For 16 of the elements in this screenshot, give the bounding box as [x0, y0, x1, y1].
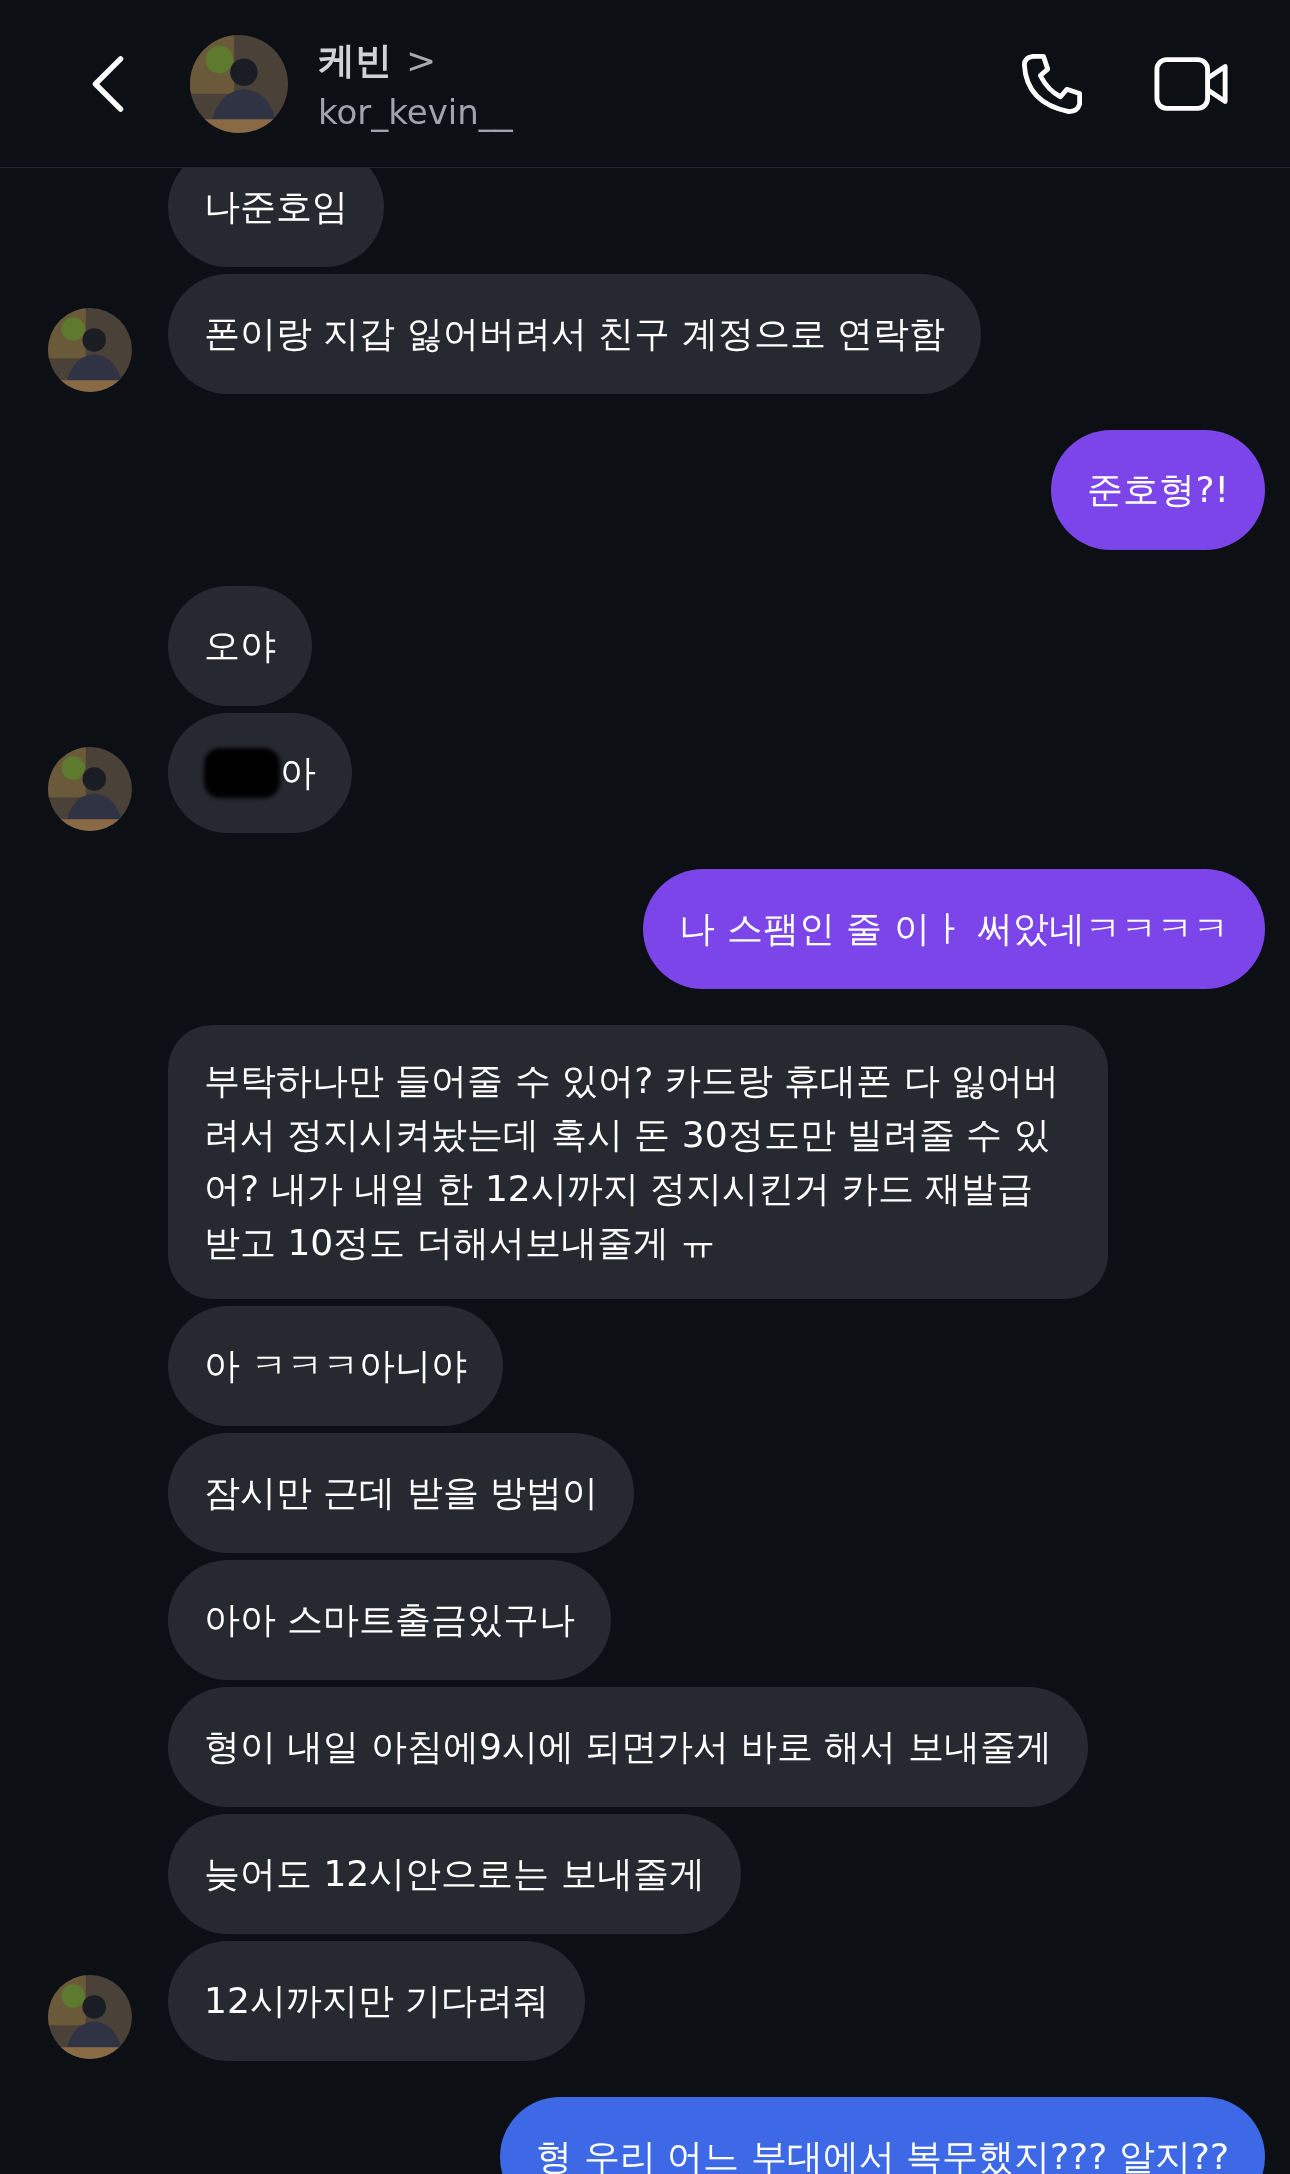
message-bubble[interactable]: 늦어도 12시안으로는 보내줄게: [168, 1814, 741, 1934]
message-bubble[interactable]: 나준호임: [168, 168, 384, 267]
message-bubble[interactable]: 12시까지만 기다려줘: [168, 1941, 586, 2061]
contact-name[interactable]: 케빈: [318, 35, 392, 86]
message-bubble[interactable]: 폰이랑 지갑 잃어버려서 친구 계정으로 연락함: [168, 274, 982, 394]
message-bubble[interactable]: 아 ㅋㅋㅋ아니야: [168, 1306, 504, 1426]
message-bubble[interactable]: 잠시만 근데 받을 방법이: [168, 1433, 635, 1553]
message-bubble[interactable]: 아아 스마트출금있구나: [168, 1560, 612, 1680]
message-bubble[interactable]: 형이 내일 아침에9시에 되면가서 바로 해서 보내줄게: [168, 1687, 1088, 1807]
username: kor_kevin__: [318, 91, 513, 132]
message-bubble[interactable]: 준호형?!: [1051, 430, 1265, 550]
message-bubble[interactable]: 부탁하나만 들어줄 수 있어? 카드랑 휴대폰 다 잃어버려서 정지시켜놨는데 혹시 돈 30정도만 빌려줄 수 있어? 내가 내일 한 12시까지 정지시킨거 카드 재발급 받고 10정도 더해서보내줄게 ㅠ: [168, 1025, 1108, 1299]
message-bubble[interactable]: 아: [168, 713, 352, 833]
chevron-icon[interactable]: >: [406, 40, 437, 81]
message-bubble[interactable]: 나 스팸인 줄 이ㅏ 써았네ㅋㅋㅋㅋ: [643, 869, 1265, 989]
message-bubble[interactable]: 오야: [168, 586, 312, 706]
